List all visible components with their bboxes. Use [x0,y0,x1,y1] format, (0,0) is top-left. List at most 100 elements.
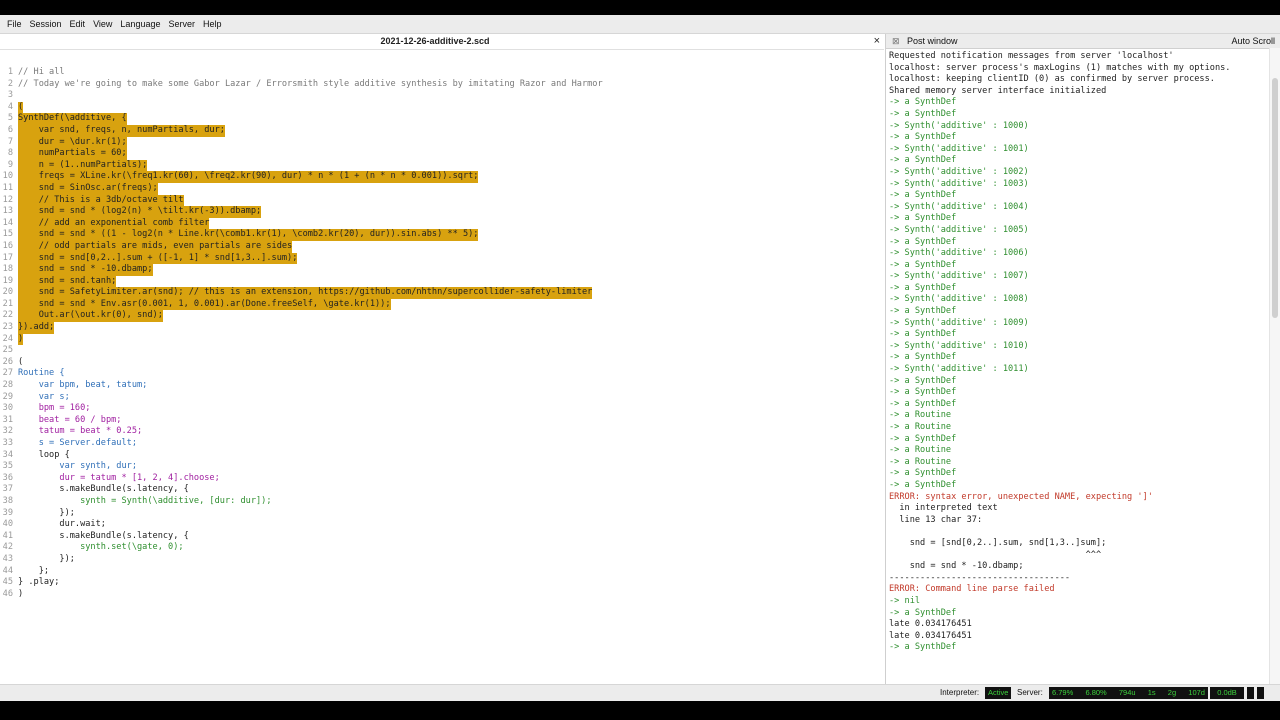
code-line[interactable]: 18 snd = snd * -10.dbamp; [0,264,884,276]
menu-help[interactable]: Help [199,19,226,29]
code-text[interactable]: ) [18,333,24,346]
code-text[interactable]: beat = 60 / bpm; [18,415,122,427]
code-text[interactable]: var synth, dur; [18,461,137,473]
code-text[interactable]: s.makeBundle(s.latency, { [18,531,188,543]
code-line[interactable]: 7 dur = \dur.kr(1); [0,136,884,149]
code-text[interactable]: var bpm, beat, tatum; [18,380,148,392]
code-text[interactable]: dur = \dur.kr(1); [18,136,127,149]
record-indicator[interactable] [1247,687,1254,699]
code-text[interactable]: s = Server.default; [18,438,137,450]
code-text[interactable]: var snd, freqs, n, numPartials, dur; [18,124,225,137]
code-line[interactable]: 43 }); [0,554,884,566]
code-line[interactable]: 36 dur = tatum * [1, 2, 4].choose; [0,473,884,485]
code-line[interactable]: 19 snd = snd.tanh; [0,275,884,288]
menu-server[interactable]: Server [164,19,199,29]
menu-language[interactable]: Language [116,19,164,29]
code-text[interactable]: snd = SinOsc.ar(freqs); [18,182,158,195]
code-text[interactable]: ( [18,357,23,369]
code-line[interactable]: 41 s.makeBundle(s.latency, { [0,531,884,543]
code-text[interactable]: snd = snd * -10.dbamp; [18,264,153,276]
code-text[interactable]: numPartials = 60; [18,148,127,160]
code-line[interactable]: 12 // This is a 3db/octave tilt [0,194,884,207]
code-text[interactable]: freqs = XLine.kr(\freq1.kr(60), \freq2.k… [18,171,479,183]
code-line[interactable]: 28 var bpm, beat, tatum; [0,380,884,392]
code-text[interactable]: }; [18,566,49,578]
code-text[interactable]: // Hi all [18,67,65,79]
code-text[interactable]: Routine { [18,368,65,380]
code-line[interactable]: 14 // add an exponential comb filter [0,217,884,230]
code-line[interactable]: 23}).add; [0,322,884,334]
code-area[interactable]: 1 // Hi all 2 // Today we're going to make … [0,67,884,600]
code-line[interactable]: 39 }); [0,508,884,520]
code-text[interactable]: snd = snd[0,2..].sum + ([-1, 1] * snd[1,… [18,252,298,265]
server-status[interactable]: 6.79% 6.80% 794u 1s 2g 107d [1049,687,1208,699]
mute-indicator[interactable] [1257,687,1264,699]
code-line[interactable]: 31 beat = 60 / bpm; [0,415,884,427]
code-line[interactable]: 38 synth = Synth(\additive, [dur: dur]); [0,496,884,508]
code-text[interactable]: s.makeBundle(s.latency, { [18,484,188,496]
code-text[interactable]: // Today we're going to make some Gabor … [18,79,603,91]
code-text[interactable]: ( [18,101,24,114]
menu-edit[interactable]: Edit [66,19,90,29]
interpreter-status[interactable]: Active [985,687,1012,699]
code-text[interactable]: tatum = beat * 0.25; [18,426,143,438]
code-line[interactable]: 40 dur.wait; [0,519,884,531]
code-text[interactable]: snd = SafetyLimiter.ar(snd); // this is … [18,287,593,299]
menu-view[interactable]: View [89,19,116,29]
code-line[interactable]: 42 synth.set(\gate, 0); [0,542,884,554]
auto-scroll-toggle[interactable]: Auto Scroll [1231,34,1275,48]
code-text[interactable]: SynthDef(\additive, { [18,113,127,125]
code-line[interactable]: 8 numPartials = 60; [0,148,884,160]
code-text[interactable]: // add an exponential comb filter [18,217,210,230]
code-text[interactable]: Out.ar(\out.kr(0), snd); [18,310,163,323]
code-line[interactable]: 44 }; [0,566,884,578]
code-text[interactable]: synth = Synth(\additive, [dur: dur]); [18,496,271,508]
code-text[interactable]: loop { [18,450,70,462]
code-line[interactable]: 3 [0,90,884,102]
code-line[interactable]: 11 snd = SinOsc.ar(freqs); [0,182,884,195]
code-text[interactable]: snd = snd * ((1 - log2(n * Line.kr(\comb… [18,229,479,241]
code-text[interactable]: // This is a 3db/octave tilt [18,194,184,207]
menu-file[interactable]: File [0,19,26,29]
code-line[interactable]: 2 // Today we're going to make some Gabor… [0,79,884,91]
code-text[interactable]: synth.set(\gate, 0); [18,542,184,554]
code-line[interactable]: 5 SynthDef(\additive, { [0,113,884,125]
code-line[interactable]: 30 bpm = 160; [0,403,884,415]
editor-file-title[interactable]: 2021-12-26-additive-2.scd [0,34,870,49]
code-text[interactable]: }); [18,508,75,520]
code-line[interactable]: 1 // Hi all [0,67,884,79]
code-line[interactable]: 27 Routine { [0,368,884,380]
code-text[interactable]: }); [18,554,75,566]
code-line[interactable]: 25 [0,345,884,357]
code-text[interactable]: ) [18,589,23,601]
code-line[interactable]: 29 var s; [0,392,884,404]
code-text[interactable]: snd = snd * (log2(n) * \tilt.kr(-3)).dba… [18,206,262,218]
post-vertical-scrollbar[interactable] [1269,48,1280,689]
code-text[interactable]: snd = snd.tanh; [18,275,117,288]
code-text[interactable]: snd = snd * Env.asr(0.001, 1, 0.001).ar(… [18,298,391,311]
post-scroll-thumb[interactable] [1272,78,1278,318]
code-line[interactable]: 37 s.makeBundle(s.latency, { [0,484,884,496]
code-text[interactable]: }).add; [18,322,55,334]
code-text[interactable]: dur = tatum * [1, 2, 4].choose; [18,473,219,485]
code-editor[interactable]: 2021-12-26-additive-2.scd × 1 // Hi all 2 /… [0,34,884,689]
code-line[interactable]: 13 snd = snd * (log2(n) * \tilt.kr(-3)).… [0,206,884,218]
code-line[interactable]: 24) [0,333,884,346]
code-line[interactable]: 34 loop { [0,450,884,462]
server-volume[interactable]: 0.0dB [1210,687,1244,699]
code-line[interactable]: 35 var synth, dur; [0,461,884,473]
menu-session[interactable]: Session [26,19,66,29]
code-line[interactable]: 32 tatum = beat * 0.25; [0,426,884,438]
code-line[interactable]: 26 ( [0,357,884,369]
code-text[interactable]: } .play; [18,577,59,589]
code-line[interactable]: 15 snd = snd * ((1 - log2(n * Line.kr(\c… [0,229,884,241]
code-line[interactable]: 20 snd = SafetyLimiter.ar(snd); // this … [0,287,884,299]
code-line[interactable]: 4( [0,101,884,114]
code-line[interactable]: 46) [0,589,884,601]
close-post-window-icon[interactable]: ⊠ [892,34,900,48]
close-document-icon[interactable]: × [874,34,880,49]
code-line[interactable]: 16 // odd partials are mids, even partia… [0,240,884,253]
code-text[interactable]: n = (1..numPartials); [18,159,148,172]
code-line[interactable]: 33 s = Server.default; [0,438,884,450]
code-text[interactable]: // odd partials are mids, even partials … [18,240,293,253]
